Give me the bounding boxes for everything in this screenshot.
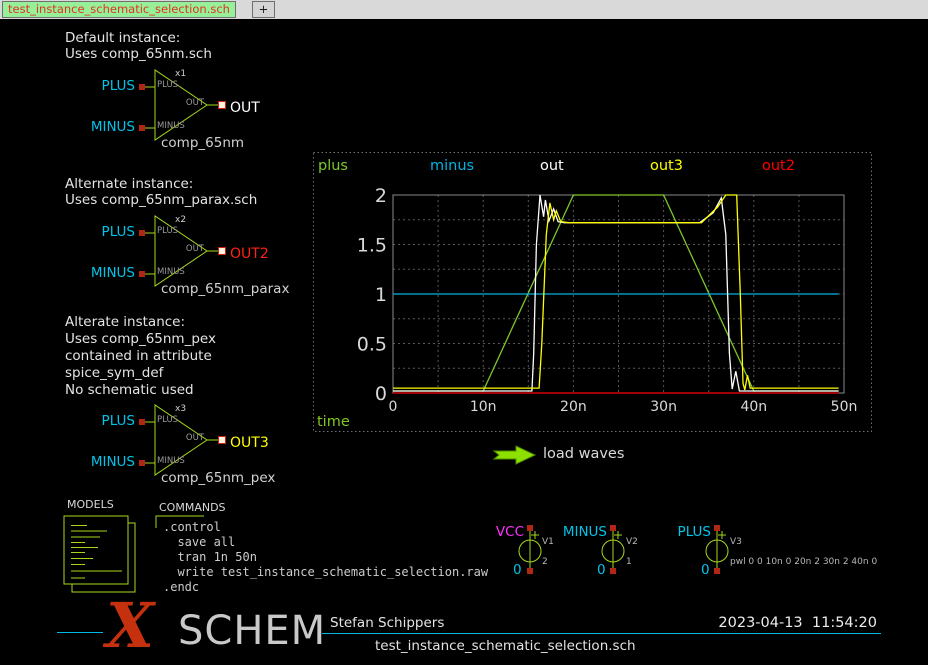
instance3-innerpin-out: OUT: [176, 434, 204, 444]
xschem-logo-text: SCHEM: [178, 611, 326, 651]
instance2-heading-line2: Uses comp_65nm_parax.sch: [65, 193, 257, 209]
instance3-innerpin-plus: PLUS: [157, 416, 178, 426]
titleblock-left-rule: [57, 632, 103, 633]
y-tick-label: 1: [375, 284, 387, 306]
instance1-innerpin-out: OUT: [176, 99, 204, 109]
instance1-net-label-minus[interactable]: MINUS: [85, 120, 135, 136]
instance3-heading-line5: No schematic used: [65, 383, 194, 399]
x-tick-label: 30n: [650, 399, 677, 415]
xschem-window: { "tabbar": { "active_tab": { "label": "…: [0, 0, 928, 665]
instance3-net-label-plus[interactable]: PLUS: [85, 414, 135, 430]
pin-square: [139, 271, 145, 277]
pin-square: [139, 419, 145, 425]
instance1-refdes: x1: [175, 69, 186, 79]
v2-net-label[interactable]: MINUS: [550, 525, 607, 541]
wave-out: [393, 195, 839, 391]
models-label: MODELS: [67, 499, 114, 512]
instance1-heading-line1: Default instance:: [65, 31, 180, 47]
instance3-refdes: x3: [175, 404, 186, 414]
x-tick-label: 20n: [560, 399, 587, 415]
legend-out3[interactable]: out3: [650, 158, 683, 174]
v1-net-label[interactable]: VCC: [474, 525, 524, 541]
instance3-heading-line1: Alterate instance:: [65, 315, 185, 331]
pin-square: [139, 230, 145, 236]
pin-square: [527, 525, 533, 531]
instance1-net-label-plus[interactable]: PLUS: [85, 79, 135, 95]
x-tick-label: 0: [389, 399, 398, 415]
y-tick-label: 0: [375, 383, 387, 405]
pin-square: [714, 525, 720, 531]
pin-square: [527, 568, 533, 574]
instance3-innerpin-minus: MINUS: [157, 457, 185, 467]
waveform-plot[interactable]: 2 1.5 1 0.5 00 10n 20n 30n 40n 50n time plus minus ou…: [313, 152, 872, 432]
titleblock-rule: [322, 633, 881, 634]
instance1-innerpin-minus: MINUS: [157, 122, 185, 132]
wave-out3: [393, 195, 839, 390]
instance2-innerpin-out: OUT: [176, 245, 204, 255]
v3-gnd-label[interactable]: 0: [701, 563, 710, 579]
pin-square: [139, 460, 145, 466]
spice-command-line4: write test_instance_schematic_selection.…: [163, 565, 488, 580]
instance3-heading-line4: spice_sym_def: [65, 366, 163, 382]
spice-command-line1: .control: [163, 520, 221, 535]
spice-command-line2: save all: [163, 535, 235, 550]
pin-square: [610, 525, 616, 531]
x-axis-label: time: [317, 414, 350, 430]
sheet-title: test_instance_schematic_selection.sch: [375, 639, 636, 655]
wave-plus: [393, 195, 839, 391]
instance3-heading-line3: contained in attribute: [65, 349, 212, 365]
instance1-out-label[interactable]: OUT: [230, 100, 260, 116]
x-tick-label: 40n: [740, 399, 767, 415]
instance1-innerpin-plus: PLUS: [157, 81, 178, 91]
instance2-heading-line1: Alternate instance:: [65, 177, 193, 193]
instance2-innerpin-minus: MINUS: [157, 268, 185, 278]
author-name: Stefan Schippers: [330, 616, 444, 632]
load-waves-arrow-icon[interactable]: [494, 446, 535, 464]
instance2-symbol-name: comp_65nm_parax: [161, 282, 289, 298]
spice-command-line5: .endc: [163, 580, 199, 595]
instance1-symbol-name: comp_65nm: [161, 136, 244, 152]
pin-square: [610, 568, 616, 574]
v2-gnd-label[interactable]: 0: [597, 563, 606, 579]
v3-net-label[interactable]: PLUS: [659, 525, 711, 541]
instance2-out-label[interactable]: OUT2: [230, 246, 269, 262]
pin-square: [139, 84, 145, 90]
pin-square-out: [219, 248, 226, 255]
y-tick-label: 1.5: [357, 235, 387, 257]
legend-plus[interactable]: plus: [318, 158, 348, 174]
v2-refdes: V2: [626, 537, 638, 547]
legend-out[interactable]: out: [540, 158, 564, 174]
instance3-out-label[interactable]: OUT3: [230, 435, 269, 451]
legend-minus[interactable]: minus: [430, 158, 474, 174]
v3-refdes: V3: [730, 537, 742, 547]
instance1-heading-line2: Uses comp_65nm.sch: [65, 47, 212, 63]
pin-square-out: [219, 437, 226, 444]
instance2-innerpin-plus: PLUS: [157, 227, 178, 237]
pin-square: [714, 568, 720, 574]
v3-value: pwl 0 0 10n 0 20n 2 30n 2 40n 0: [730, 557, 877, 567]
datetime: 2023-04-13 11:54:20: [650, 615, 877, 632]
y-tick-label: 0.5: [357, 334, 387, 356]
legend-out2[interactable]: out2: [762, 158, 795, 174]
commands-label: COMMANDS: [159, 502, 226, 515]
y-tick-label: 2: [375, 185, 387, 207]
instance2-net-label-plus[interactable]: PLUS: [85, 225, 135, 241]
v1-value: 2: [542, 557, 548, 567]
load-waves-launcher[interactable]: load waves: [543, 446, 624, 463]
instance3-heading-line2: Uses comp_65nm_pex: [65, 332, 216, 348]
x-tick-label: 50n: [831, 399, 858, 415]
x-tick-label: 10n: [470, 399, 497, 415]
instance2-refdes: x2: [175, 215, 186, 225]
v2-value: 1: [626, 557, 632, 567]
v1-gnd-label[interactable]: 0: [513, 563, 522, 579]
instance3-net-label-minus[interactable]: MINUS: [85, 455, 135, 471]
instance3-symbol-name: comp_65nm_pex: [161, 471, 275, 487]
spice-command-line3: tran 1n 50n: [163, 550, 257, 565]
xschem-logo-x: X: [106, 595, 154, 657]
models-icon[interactable]: [64, 516, 135, 592]
pin-square: [139, 125, 145, 131]
pin-square-out: [219, 102, 226, 109]
instance2-net-label-minus[interactable]: MINUS: [85, 266, 135, 282]
